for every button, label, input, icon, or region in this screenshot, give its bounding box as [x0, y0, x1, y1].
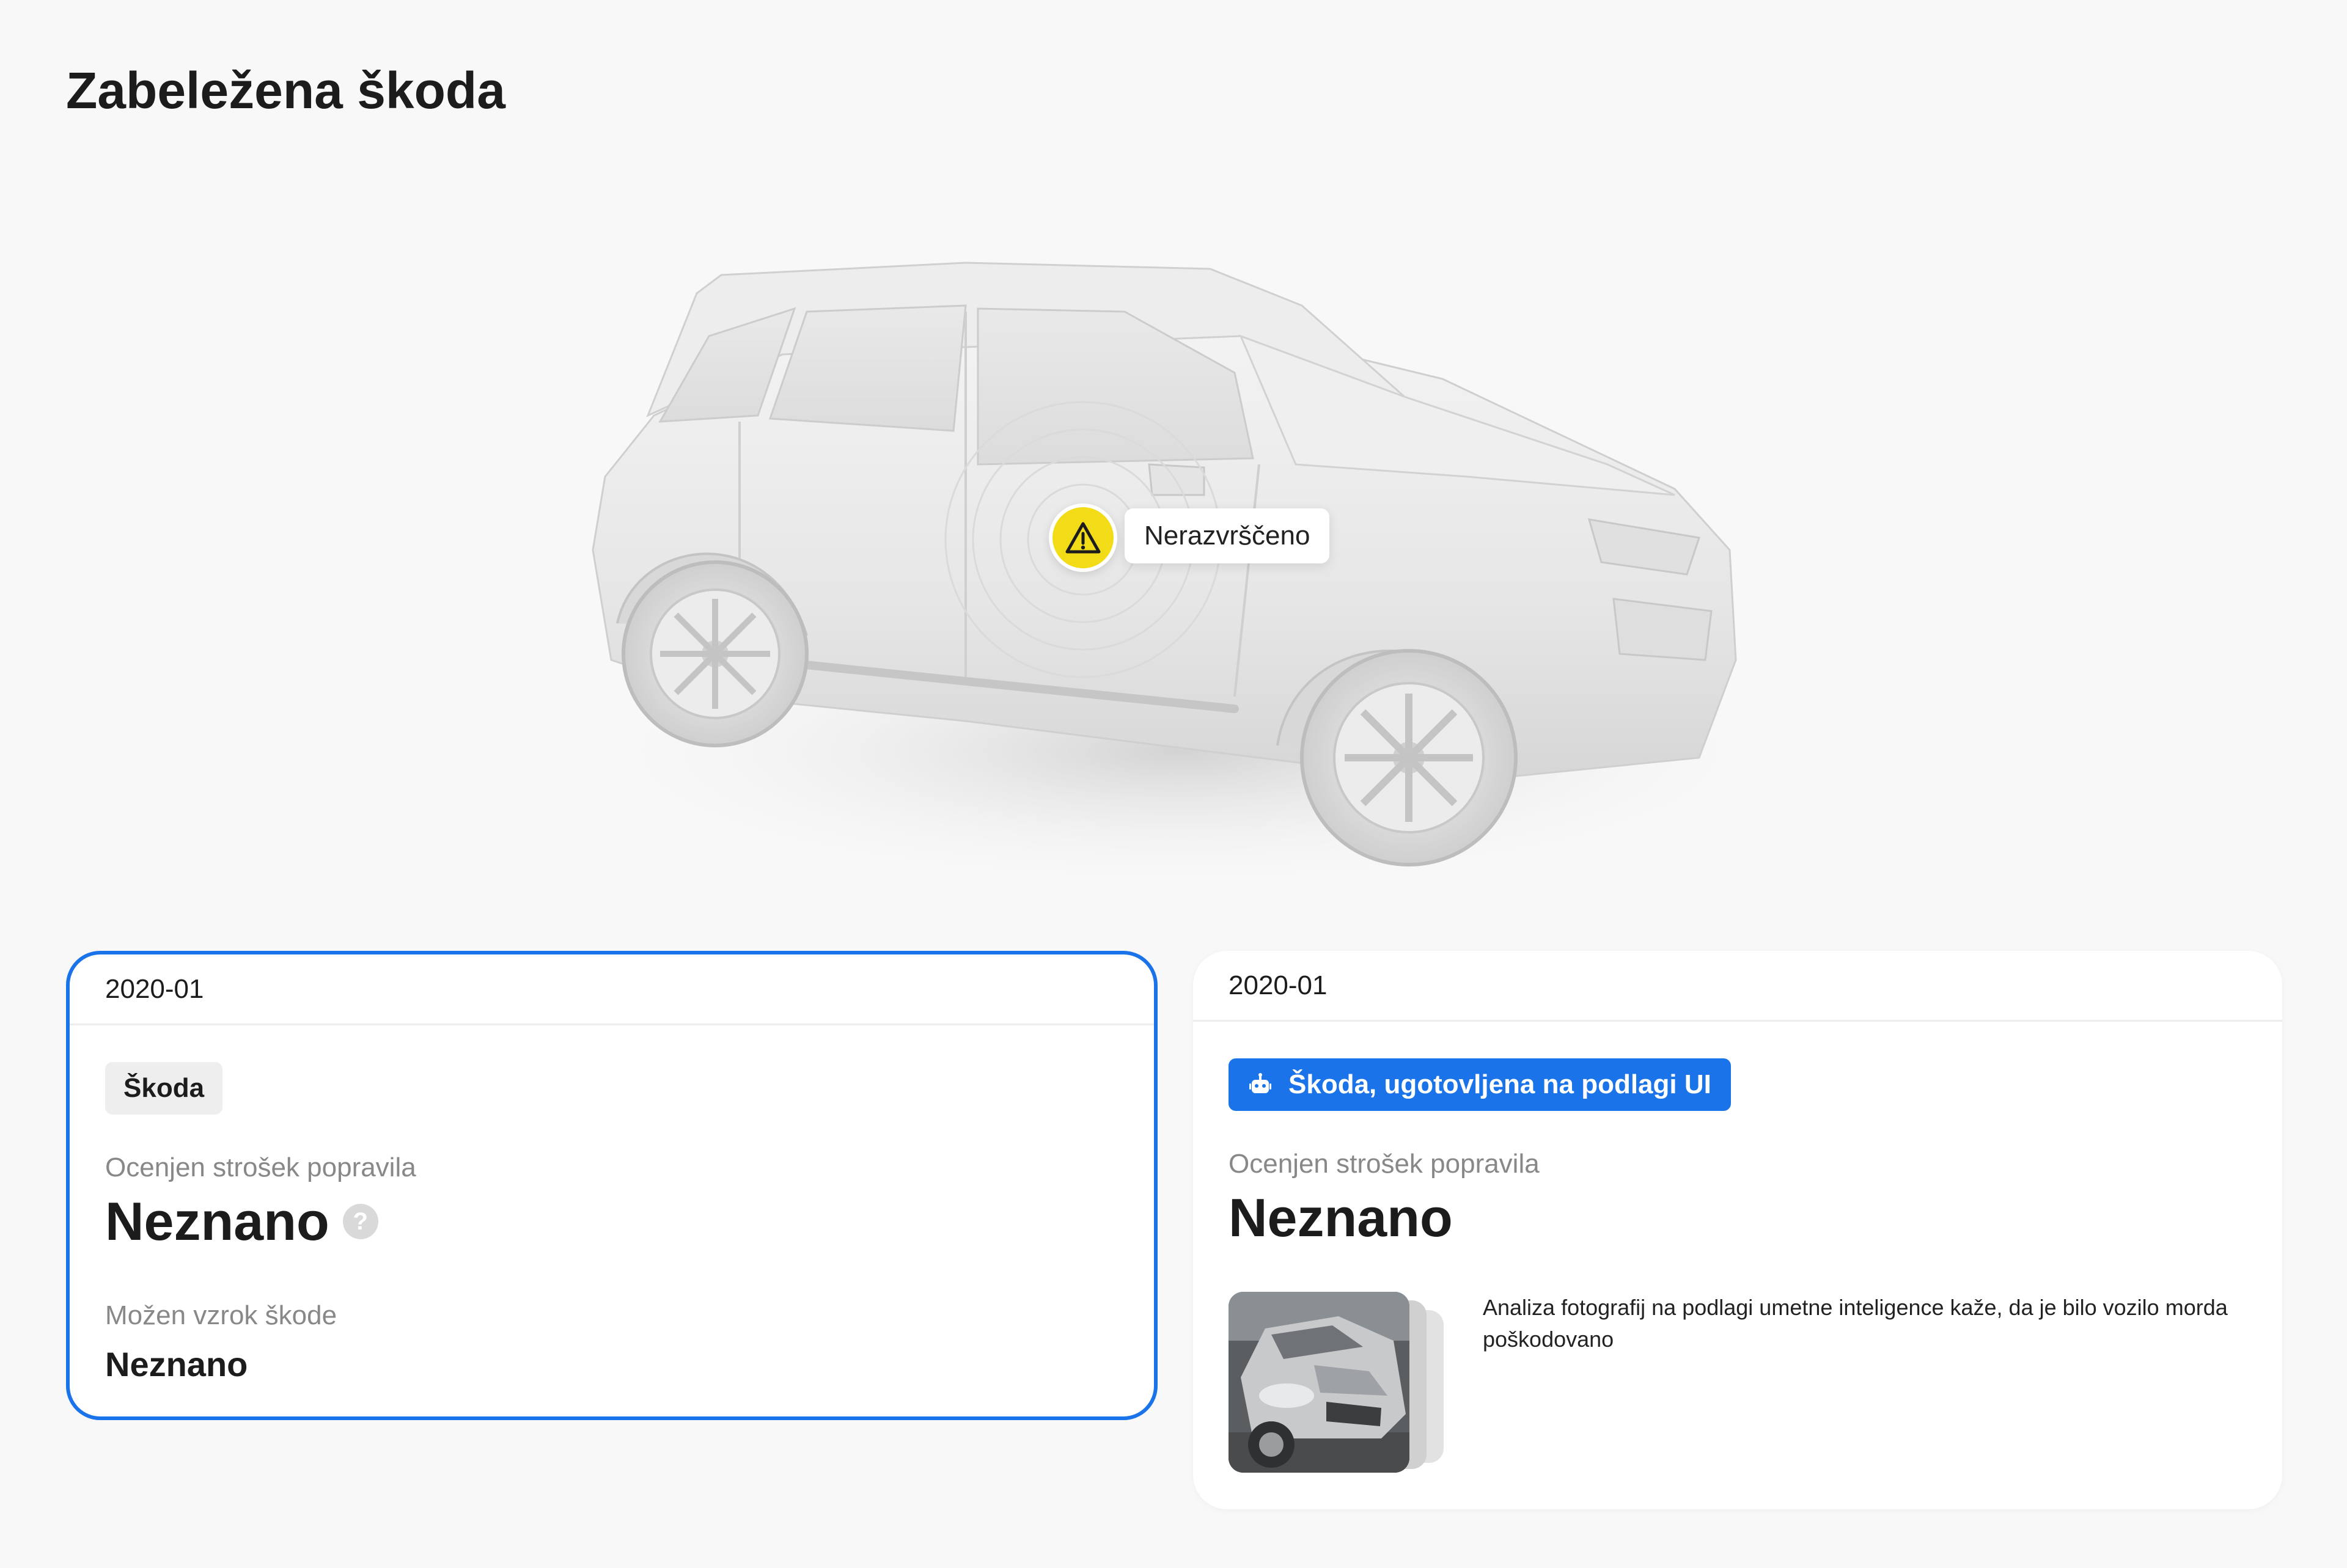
- cost-value-row: Neznano ?: [105, 1190, 1118, 1253]
- ai-tag-label: Škoda, ugotovljena na podlagi UI: [1288, 1069, 1711, 1099]
- help-icon[interactable]: ?: [342, 1204, 378, 1239]
- damage-card-selected[interactable]: 2020-01 Škoda Ocenjen strošek popravila …: [66, 951, 1158, 1420]
- cost-label: Ocenjen strošek popravila: [1229, 1149, 1540, 1179]
- car-illustration: [538, 232, 1809, 904]
- warning-icon: [1049, 504, 1117, 572]
- ai-analysis-text: Analiza fotografij na podlagi umetne int…: [1483, 1295, 2228, 1352]
- page-title: Zabeležena škoda: [66, 62, 505, 119]
- robot-icon: [1248, 1072, 1273, 1097]
- card-date: 2020-01: [70, 954, 1154, 1025]
- card-date: 2020-01: [1193, 951, 2282, 1022]
- damage-card-ai[interactable]: 2020-01 Škoda, ugotovljena na podlagi UI…: [1193, 951, 2282, 1509]
- car-image: [568, 262, 1791, 892]
- ai-photo-analysis: Analiza fotografij na podlagi umetne int…: [1229, 1292, 2247, 1475]
- damage-status-tooltip: Nerazvrščeno: [1125, 508, 1330, 563]
- ai-damage-tag: Škoda, ugotovljena na podlagi UI: [1229, 1058, 1731, 1111]
- cost-value: Neznano: [1229, 1187, 1453, 1248]
- cost-label: Ocenjen strošek popravila: [105, 1152, 416, 1182]
- damaged-car-photo[interactable]: [1229, 1292, 1409, 1473]
- photo-stack[interactable]: [1229, 1292, 1449, 1475]
- damage-tag: Škoda: [105, 1062, 223, 1115]
- cost-value: Neznano: [105, 1191, 329, 1251]
- cause-label: Možen vzrok škode: [105, 1300, 337, 1330]
- cause-value: Neznano: [105, 1345, 248, 1383]
